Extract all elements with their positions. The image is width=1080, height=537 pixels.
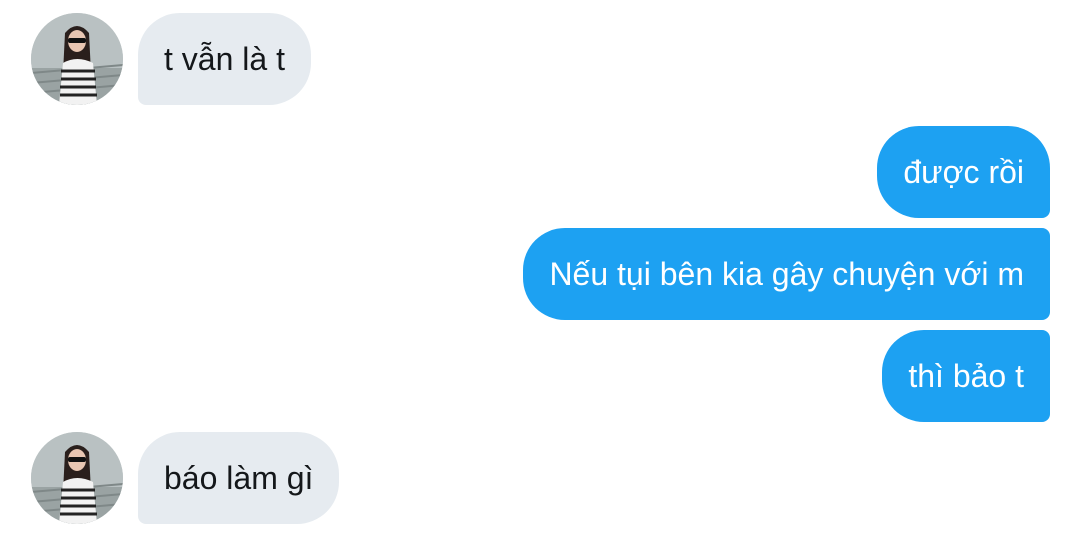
contact-avatar[interactable] — [31, 432, 123, 524]
message-bubble-outgoing[interactable]: được rồi — [877, 126, 1050, 218]
message-bubble-incoming[interactable]: báo làm gì — [138, 432, 340, 524]
message-bubble-incoming[interactable]: t vẫn là t — [138, 13, 311, 105]
avatar-photo-icon — [31, 13, 123, 105]
message-bubble-outgoing[interactable]: thì bảo t — [882, 330, 1050, 422]
contact-avatar[interactable] — [31, 13, 123, 105]
avatar-photo-icon — [31, 432, 123, 524]
message-bubble-outgoing[interactable]: Nếu tụi bên kia gây chuyện với m — [523, 228, 1050, 320]
